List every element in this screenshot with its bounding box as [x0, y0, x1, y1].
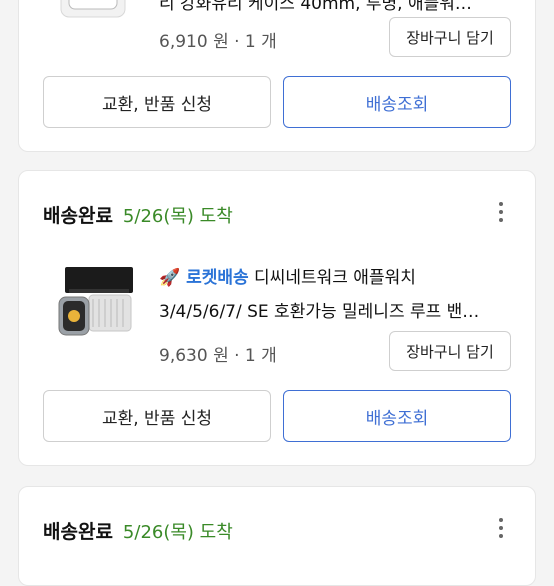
- product-price: 9,630 원 · 1 개: [159, 346, 277, 366]
- delivery-status-row: 배송완료 5/26(목) 도착: [43, 517, 233, 544]
- track-delivery-button[interactable]: 배송조회: [283, 76, 511, 128]
- kebab-menu-icon[interactable]: [499, 518, 505, 538]
- kebab-menu-icon[interactable]: [499, 202, 505, 222]
- exchange-return-button[interactable]: 교환, 반품 신청: [43, 76, 271, 128]
- arrival-date: 5/26(목) 도착: [122, 206, 233, 227]
- track-delivery-button[interactable]: 배송조회: [283, 390, 511, 442]
- product-price: 6,910 원 · 1 개: [159, 32, 277, 52]
- order-card: 리 강화유리 케이스 40mm, 투명, 애플워… 6,910 원 · 1 개 …: [18, 0, 536, 152]
- arrival-date: 5/26(목) 도착: [122, 522, 233, 543]
- add-to-cart-button[interactable]: 장바구니 담기: [389, 331, 511, 371]
- order-card: 배송완료 5/26(목) 도착: [18, 486, 536, 586]
- delivery-status-row: 배송완료 5/26(목) 도착: [43, 201, 233, 228]
- order-card: 배송완료 5/26(목) 도착 🚀 로켓배송 디씨네트워크 애플워치 3/4/5…: [18, 170, 536, 466]
- delivery-status: 배송완료: [43, 521, 113, 543]
- exchange-return-button[interactable]: 교환, 반품 신청: [43, 390, 271, 442]
- rocket-delivery-badge: 🚀 로켓배송: [159, 268, 249, 288]
- product-thumbnail[interactable]: [55, 263, 137, 345]
- delivery-status: 배송완료: [43, 205, 113, 227]
- product-title[interactable]: 🚀 로켓배송 디씨네트워크 애플워치 3/4/5/6/7/ SE 호환가능 밀레…: [159, 261, 509, 329]
- add-to-cart-button[interactable]: 장바구니 담기: [389, 17, 511, 57]
- product-thumbnail[interactable]: [55, 0, 137, 21]
